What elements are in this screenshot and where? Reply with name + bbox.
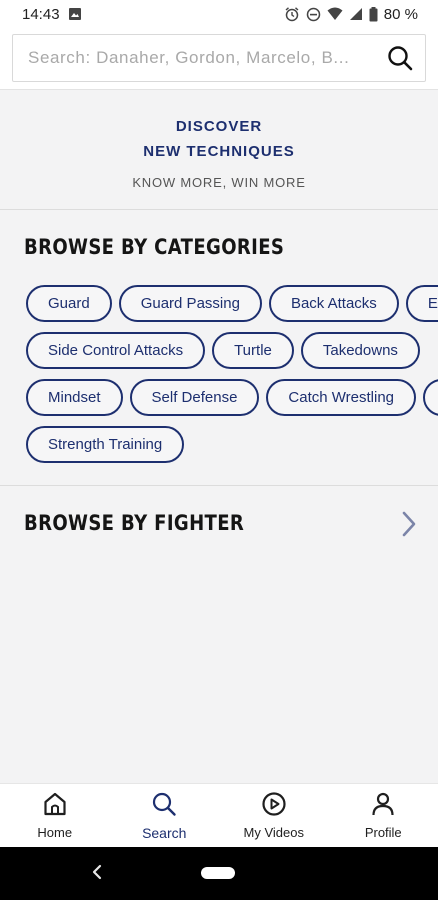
- search-placeholder[interactable]: Search: Danaher, Gordon, Marcelo, B...: [28, 48, 385, 68]
- category-chip[interactable]: Guard: [26, 285, 112, 322]
- category-chip[interactable]: Leg Locks: [423, 379, 438, 416]
- chip-row: GuardGuard PassingBack AttacksEscapes: [26, 285, 438, 322]
- discover-banner[interactable]: DISCOVER NEW TECHNIQUES KNOW MORE, WIN M…: [0, 90, 438, 210]
- category-chip[interactable]: Strength Training: [26, 426, 185, 463]
- nav-home-label: Home: [37, 825, 73, 840]
- discover-title: DISCOVER NEW TECHNIQUES: [143, 118, 295, 160]
- nav-home[interactable]: Home: [0, 784, 110, 847]
- play-circle-icon: [261, 791, 287, 822]
- nav-profile[interactable]: Profile: [329, 784, 438, 847]
- nav-search[interactable]: Search: [110, 784, 220, 847]
- category-chip[interactable]: Takedowns: [300, 332, 420, 369]
- alarm-icon: [284, 6, 300, 22]
- person-icon: [370, 791, 396, 822]
- chip-row: MindsetSelf DefenseCatch Wrestling Leg Lo…: [26, 379, 438, 416]
- categories-section: BROWSE BY CATEGORIES Guard Guard Passing B…: [0, 211, 438, 486]
- category-chip[interactable]: Guard Passing: [118, 285, 262, 322]
- search-icon: [151, 791, 177, 822]
- chevron-right-icon[interactable]: [402, 511, 416, 542]
- bottom-nav: Home Search My Videos Profile: [0, 783, 438, 847]
- home-pill[interactable]: [201, 867, 235, 879]
- nav-my-videos[interactable]: My Videos: [219, 784, 329, 847]
- clock: 14:43: [22, 5, 60, 23]
- browse-by-fighter-row[interactable]: BROWSE BY FIGHTER: [0, 487, 438, 562]
- home-icon: [42, 791, 68, 822]
- search-icon[interactable]: [385, 43, 415, 73]
- category-chip[interactable]: Side Control Attacks: [26, 332, 206, 369]
- battery-percent: 80 %: [383, 5, 418, 23]
- category-chip[interactable]: Escapes: [405, 285, 438, 322]
- category-chip[interactable]: Catch Wrestling: [266, 379, 417, 416]
- signal-icon: [349, 7, 363, 21]
- status-bar: 14:43 80 %: [0, 0, 438, 28]
- system-nav-bar: [0, 847, 438, 900]
- chip-row: Side Control Attacks Turtle Takedowns: [26, 332, 438, 369]
- nav-profile-label: Profile: [364, 825, 402, 840]
- fighter-title: BROWSE BY FIGHTER: [24, 511, 245, 535]
- category-chip[interactable]: Self Defense: [129, 379, 260, 416]
- category-chip[interactable]: Turtle: [212, 332, 294, 369]
- nav-search-label: Search: [142, 824, 187, 841]
- chip-row: Strength Training: [26, 426, 438, 463]
- battery-icon: [369, 6, 378, 22]
- search-header: Search: Danaher, Gordon, Marcelo, B...: [0, 28, 438, 90]
- nav-my-videos-label: My Videos: [243, 825, 304, 840]
- image-notification-icon: [68, 7, 82, 21]
- category-chip[interactable]: Back Attacks: [268, 285, 399, 322]
- categories-title: BROWSE BY CATEGORIES: [24, 235, 285, 259]
- category-chips: GuardGuard PassingBack AttacksEscapes Sid…: [26, 285, 438, 473]
- do-not-disturb-icon: [306, 7, 321, 22]
- wifi-icon: [327, 7, 343, 21]
- back-icon[interactable]: [90, 862, 104, 887]
- search-input[interactable]: Search: Danaher, Gordon, Marcelo, B...: [12, 34, 426, 82]
- discover-subtitle: KNOW MORE, WIN MORE: [132, 175, 306, 190]
- category-chip[interactable]: Mindset: [26, 379, 123, 416]
